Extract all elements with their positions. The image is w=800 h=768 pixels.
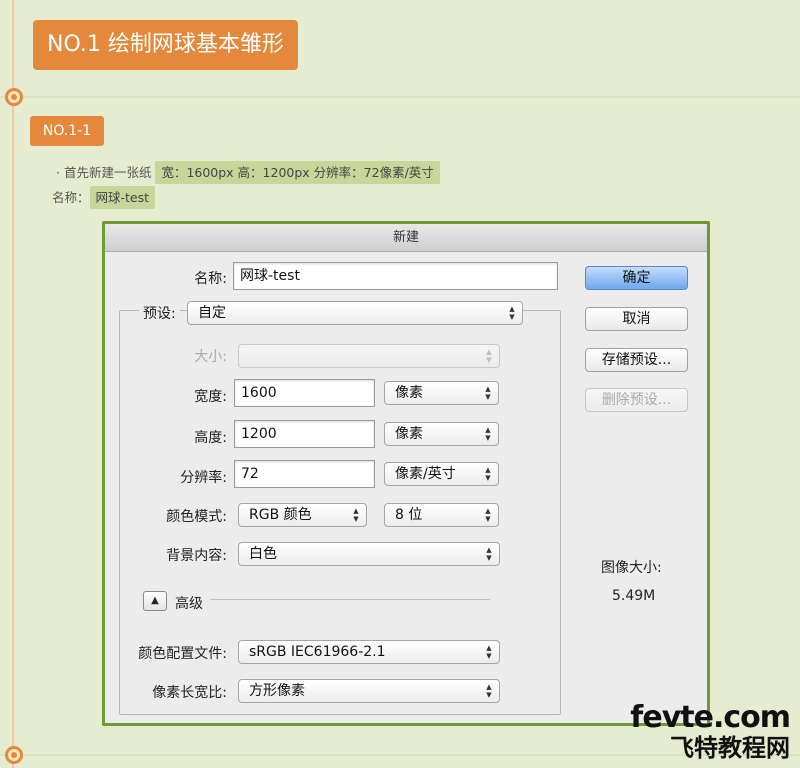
width-input[interactable]: 1600 xyxy=(234,379,375,407)
chevron-updown-icon: ▲ ▼ xyxy=(353,507,359,523)
preset-select[interactable]: 自定 ▲ ▼ xyxy=(187,301,523,325)
instruction-line-2: 名称： 网球-test xyxy=(52,186,156,209)
pixel-aspect-select[interactable]: 方形像素 ▲ ▼ xyxy=(238,679,500,703)
preset-label: 预设: xyxy=(139,303,180,323)
instruction-highlight: 宽：1600px 高：1200px 分辨率：72像素/英寸 xyxy=(155,161,440,184)
instruction-text: · 首先新建一张纸 xyxy=(56,165,152,180)
resolution-input[interactable]: 72 xyxy=(234,460,375,488)
bit-depth-value: 8 位 xyxy=(395,507,423,523)
color-profile-value: sRGB IEC61966-2.1 xyxy=(249,644,386,660)
delete-preset-button: 删除预设... xyxy=(585,388,688,412)
background-label: 背景内容: xyxy=(166,548,227,564)
background-select[interactable]: 白色 ▲ ▼ xyxy=(238,542,500,566)
ok-button[interactable]: 确定 xyxy=(585,266,688,290)
preset-value: 自定 xyxy=(198,305,226,321)
timeline-line xyxy=(12,0,14,768)
image-size-label: 图像大小: xyxy=(601,560,662,576)
color-profile-label: 颜色配置文件: xyxy=(138,646,227,662)
bit-depth-select[interactable]: 8 位 ▲ ▼ xyxy=(384,503,499,527)
save-preset-button[interactable]: 存储预设... xyxy=(585,348,688,372)
height-unit-value: 像素 xyxy=(395,426,423,442)
advanced-separator xyxy=(210,599,490,600)
timeline-dot-icon xyxy=(5,746,23,764)
chevron-updown-icon: ▲ ▼ xyxy=(486,546,492,562)
width-unit-value: 像素 xyxy=(395,385,423,401)
name-label: 名称: xyxy=(194,271,227,287)
width-unit-select[interactable]: 像素 ▲ ▼ xyxy=(384,381,499,405)
new-document-dialog: 新建 名称: 网球-test 预设: 自定 ▲ ▼ 大小: ▲ ▼ 宽度: 1600… xyxy=(102,221,710,726)
color-profile-select[interactable]: sRGB IEC61966-2.1 ▲ ▼ xyxy=(238,640,500,664)
chevron-updown-icon: ▲ ▼ xyxy=(485,426,491,442)
image-size-value: 5.49M xyxy=(612,588,656,604)
resolution-unit-value: 像素/英寸 xyxy=(395,466,456,482)
advanced-toggle-button[interactable]: ▲ xyxy=(143,591,167,611)
name-input[interactable]: 网球-test xyxy=(233,262,558,290)
width-label: 宽度: xyxy=(194,389,227,405)
watermark-line-1: fevte.com xyxy=(630,700,791,735)
site-watermark-logo: fevte.com 飞特教程网 xyxy=(630,700,791,762)
chevron-updown-icon: ▲ ▼ xyxy=(485,507,491,523)
resolution-label: 分辨率: xyxy=(180,470,227,486)
chevron-updown-icon: ▲ ▼ xyxy=(486,683,492,699)
chevron-updown-icon: ▲ ▼ xyxy=(485,385,491,401)
divider-line xyxy=(0,96,800,98)
resolution-unit-select[interactable]: 像素/英寸 ▲ ▼ xyxy=(384,462,499,486)
cancel-button[interactable]: 取消 xyxy=(585,307,688,331)
height-unit-select[interactable]: 像素 ▲ ▼ xyxy=(384,422,499,446)
step-badge: NO.1-1 xyxy=(30,116,104,146)
size-label: 大小: xyxy=(194,349,227,365)
background-value: 白色 xyxy=(249,546,277,562)
instruction-highlight: 网球-test xyxy=(89,186,156,209)
section-title: NO.1 绘制网球基本雏形 xyxy=(33,20,298,70)
instruction-line-1: · 首先新建一张纸 宽：1600px 高：1200px 分辨率：72像素/英寸 xyxy=(56,161,440,184)
color-mode-select[interactable]: RGB 颜色 ▲ ▼ xyxy=(238,503,367,527)
chevron-updown-icon: ▲ ▼ xyxy=(509,305,515,321)
timeline-dot-icon xyxy=(5,88,23,106)
color-mode-label: 颜色模式: xyxy=(166,509,227,525)
color-mode-value: RGB 颜色 xyxy=(249,507,312,523)
size-select: ▲ ▼ xyxy=(238,344,500,368)
instruction-text: 名称： xyxy=(52,190,90,205)
pixel-aspect-label: 像素长宽比: xyxy=(152,685,227,701)
advanced-label: 高级 xyxy=(175,596,203,612)
dialog-titlebar[interactable]: 新建 xyxy=(105,224,707,252)
pixel-aspect-value: 方形像素 xyxy=(249,683,305,699)
height-label: 高度: xyxy=(194,430,227,446)
chevron-updown-icon: ▲ ▼ xyxy=(486,644,492,660)
watermark-line-2: 飞特教程网 xyxy=(670,734,790,762)
height-input[interactable]: 1200 xyxy=(234,420,375,448)
triangle-up-icon: ▲ xyxy=(151,595,159,606)
chevron-updown-icon: ▲ ▼ xyxy=(486,348,492,364)
chevron-updown-icon: ▲ ▼ xyxy=(485,466,491,482)
